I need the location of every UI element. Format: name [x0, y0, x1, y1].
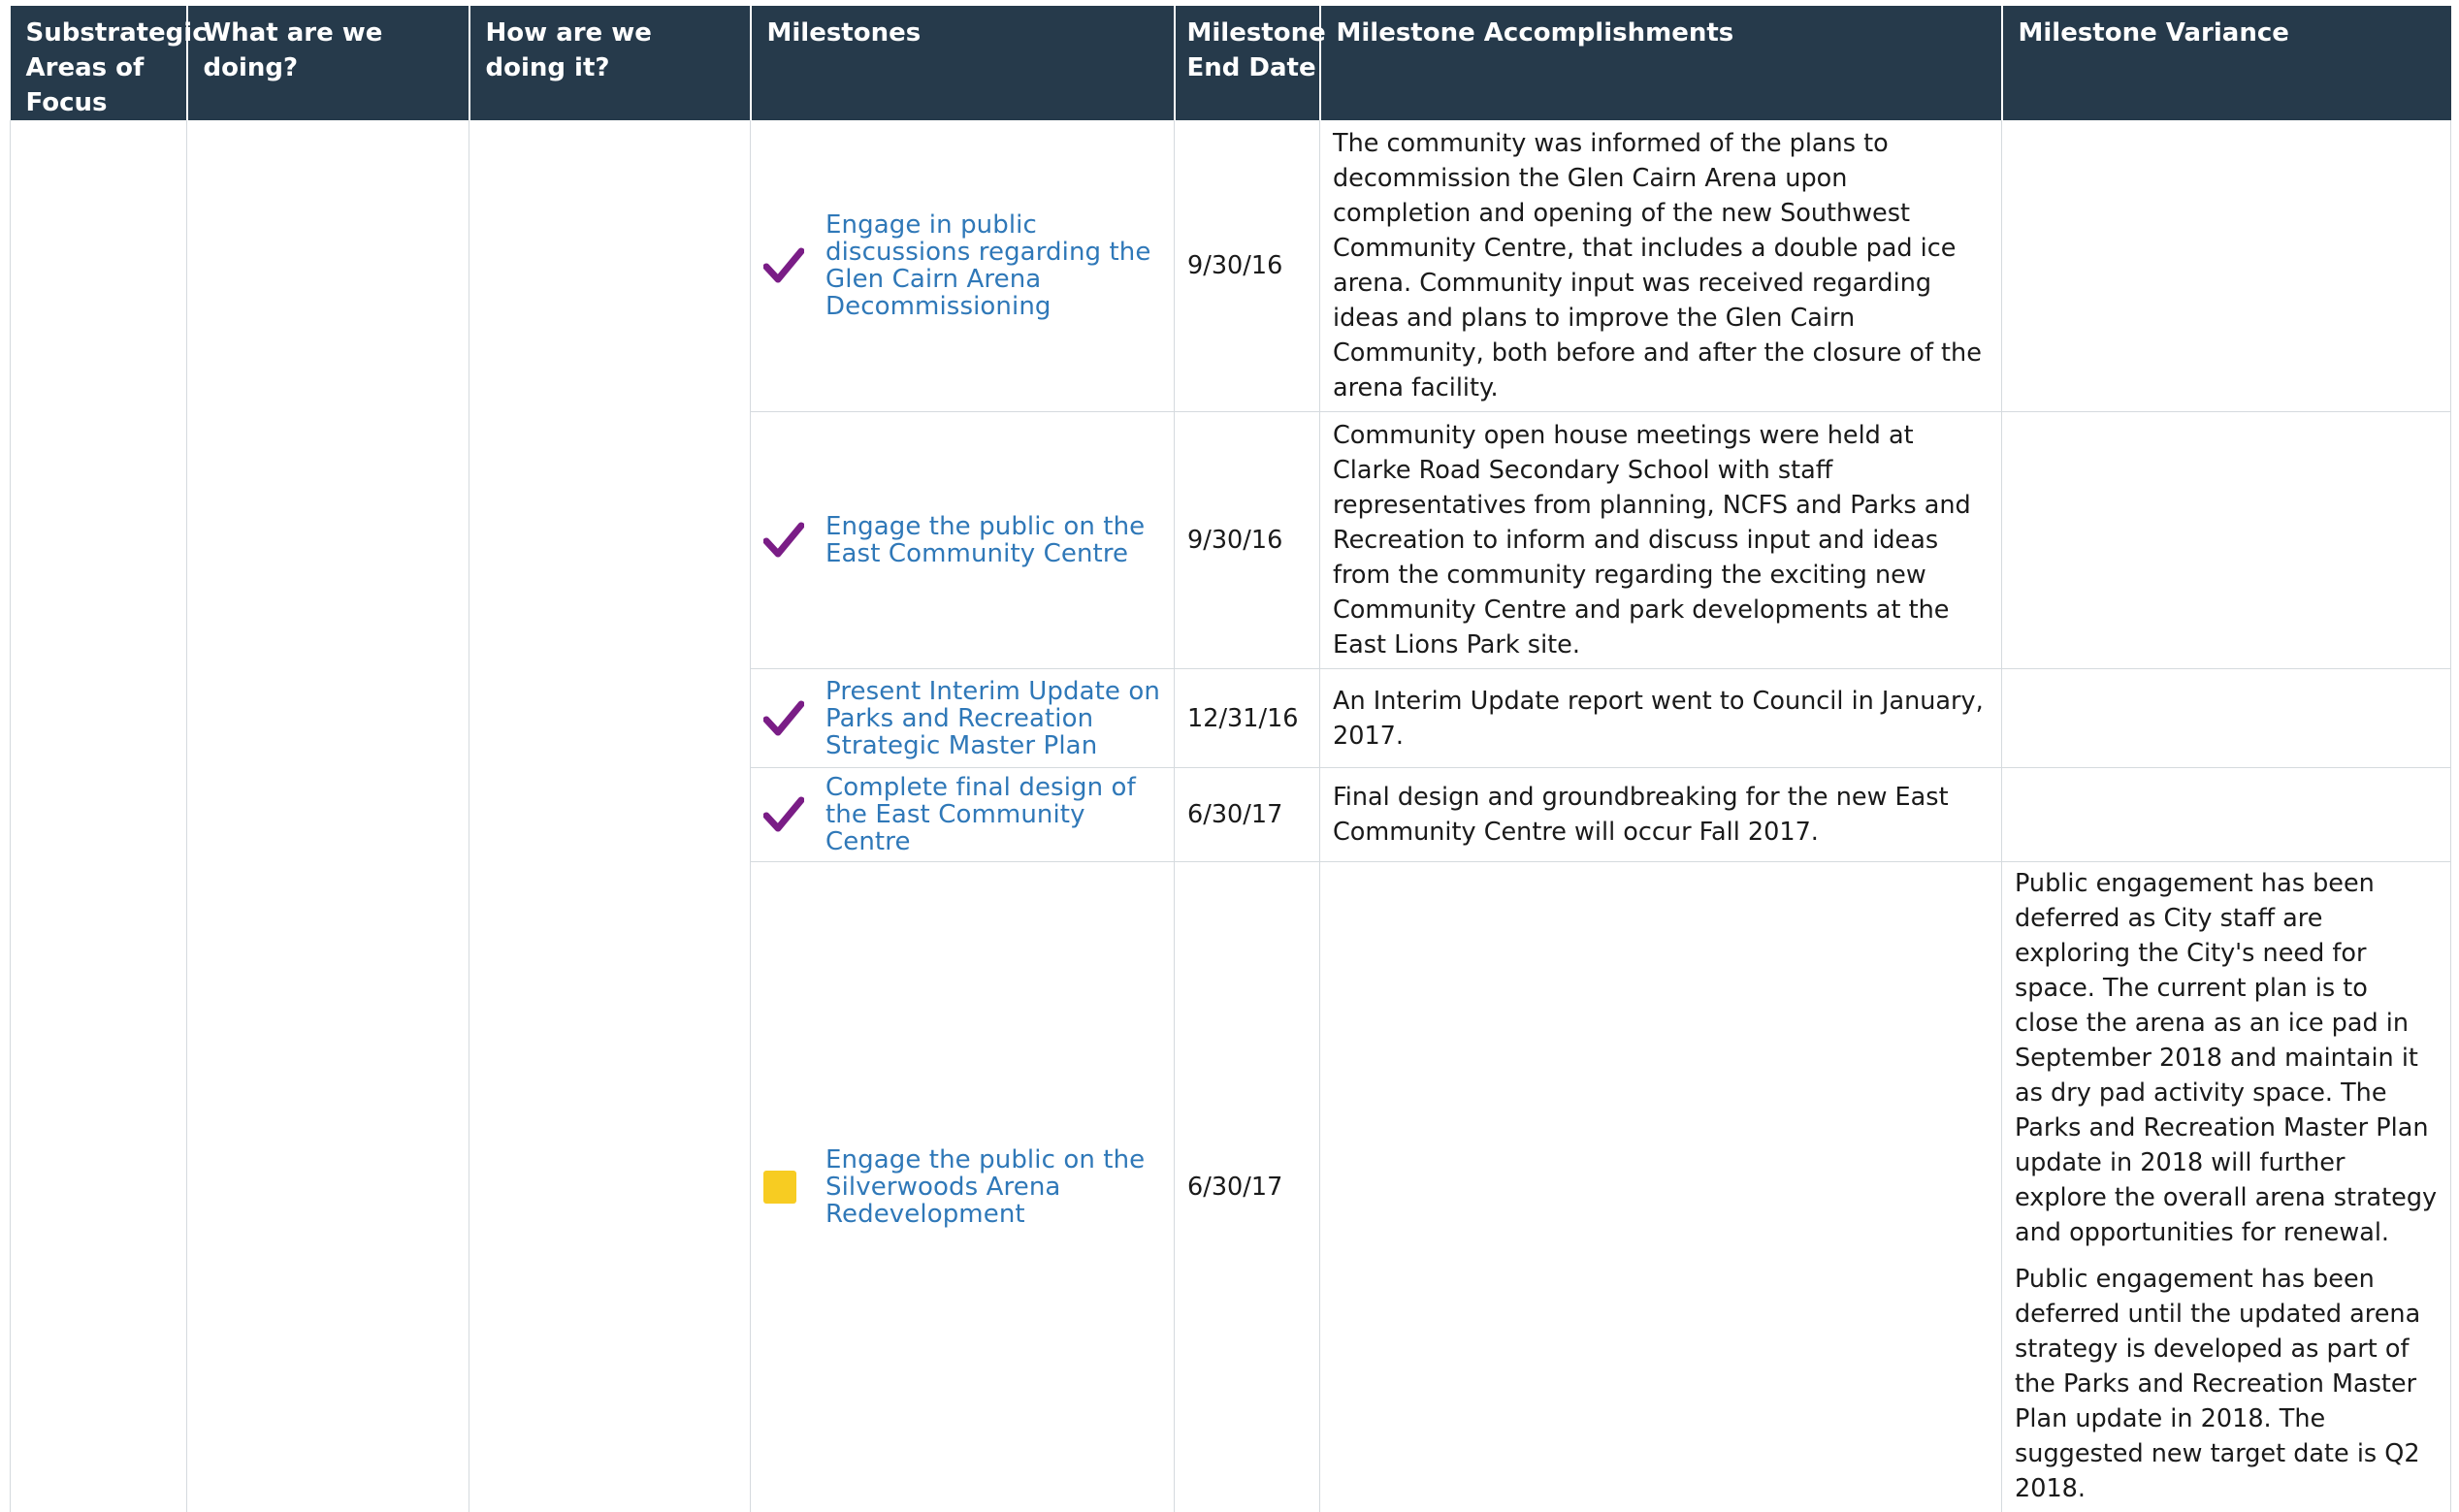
milestone-cell: Engage in public discussions regarding t…: [751, 120, 1175, 412]
variance-paragraph: Public engagement has been deferred as C…: [2015, 866, 2439, 1250]
milestone-cell: Engage the public on the East Community …: [751, 412, 1175, 669]
header-milestone-end-date: Milestone End Date: [1175, 6, 1320, 120]
milestone-link[interactable]: Present Interim Update on Parks and Recr…: [825, 678, 1162, 759]
milestone-link[interactable]: Engage the public on the Silverwoods Are…: [825, 1146, 1162, 1228]
milestone-end-date: 12/31/16: [1175, 669, 1320, 768]
variance-paragraph: Public engagement has been deferred unti…: [2015, 1262, 2439, 1506]
header-how-are-we-doing-it: How are we doing it?: [469, 6, 751, 120]
milestone-variance: Public engagement has been deferred as C…: [2002, 862, 2451, 1512]
checkmark-icon: [763, 796, 806, 833]
milestone-cell: Engage the public on the Silverwoods Are…: [751, 862, 1175, 1512]
milestone-accomplishment: An Interim Update report went to Council…: [1320, 669, 2002, 768]
table-header-row: Substrategic Areas of Focus What are we …: [11, 6, 2451, 120]
checkmark-icon: [763, 700, 806, 737]
table-row: Engage in public discussions regarding t…: [11, 120, 2451, 412]
milestones-table: Substrategic Areas of Focus What are we …: [10, 6, 2451, 1512]
milestone-accomplishment: Community open house meetings were held …: [1320, 412, 2002, 669]
header-milestones: Milestones: [751, 6, 1175, 120]
yellow-square-icon: [763, 1171, 796, 1204]
milestone-link[interactable]: Complete final design of the East Commun…: [825, 774, 1162, 855]
milestone-variance: [2002, 669, 2451, 768]
milestone-accomplishment: [1320, 862, 2002, 1512]
milestone-variance: [2002, 412, 2451, 669]
milestone-cell: Present Interim Update on Parks and Recr…: [751, 669, 1175, 768]
milestone-end-date: 9/30/16: [1175, 120, 1320, 412]
how-are-we-doing-it-cell: [469, 120, 751, 1512]
milestone-link[interactable]: Engage the public on the East Community …: [825, 513, 1162, 567]
substrategic-area-cell: [11, 120, 187, 1512]
milestone-end-date: 9/30/16: [1175, 412, 1320, 669]
milestones-table-container: Substrategic Areas of Focus What are we …: [10, 6, 2450, 1512]
what-are-we-doing-cell: [187, 120, 469, 1512]
milestone-end-date: 6/30/17: [1175, 768, 1320, 862]
checkmark-icon: [763, 247, 806, 284]
header-what-are-we-doing: What are we doing?: [187, 6, 469, 120]
milestone-variance: [2002, 768, 2451, 862]
milestone-accomplishment: The community was informed of the plans …: [1320, 120, 2002, 412]
milestone-end-date: 6/30/17: [1175, 862, 1320, 1512]
header-substrategic-areas: Substrategic Areas of Focus: [11, 6, 187, 120]
header-milestone-variance: Milestone Variance: [2002, 6, 2451, 120]
milestone-variance: [2002, 120, 2451, 412]
milestone-accomplishment: Final design and groundbreaking for the …: [1320, 768, 2002, 862]
checkmark-icon: [763, 522, 806, 559]
header-milestone-accomplishments: Milestone Accomplishments: [1320, 6, 2002, 120]
milestone-cell: Complete final design of the East Commun…: [751, 768, 1175, 862]
milestone-link[interactable]: Engage in public discussions regarding t…: [825, 211, 1162, 320]
